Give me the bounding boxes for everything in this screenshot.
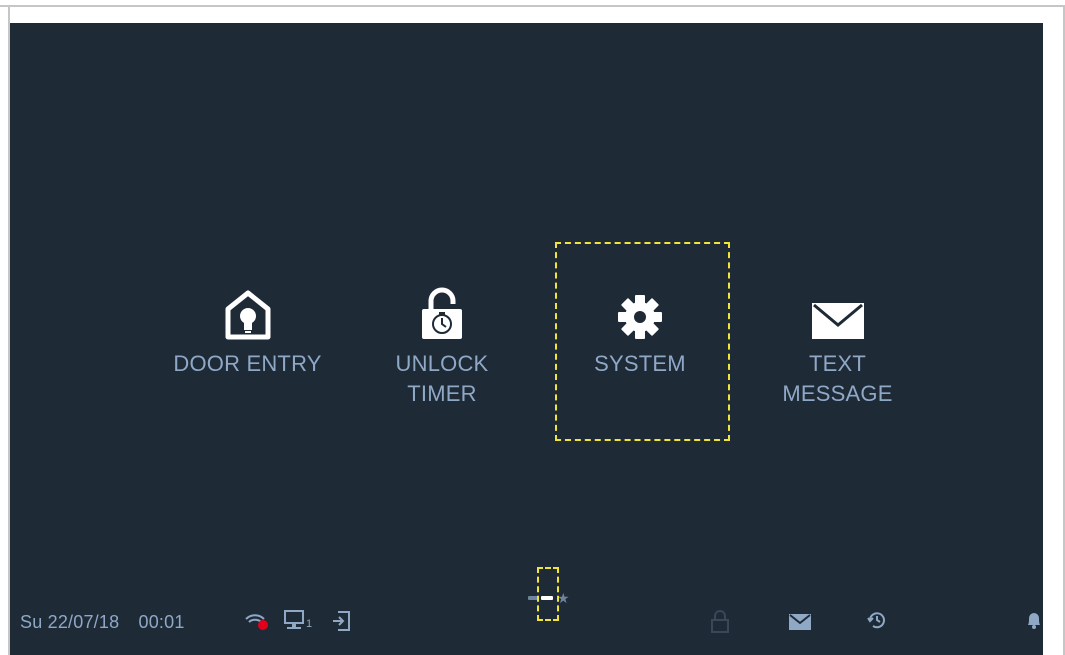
unlock-timer-label-line1: UNLOCK [395, 351, 489, 376]
unlock-timer-label: UNLOCK TIMER [396, 349, 489, 409]
bell-icon[interactable] [1026, 609, 1042, 631]
status-bar: Su 22/07/18 00:01 1 [10, 603, 1043, 643]
text-message-button[interactable]: TEXT MESSAGE [755, 283, 920, 409]
text-message-label: TEXT MESSAGE [782, 349, 892, 409]
door-entry-label: DOOR ENTRY [173, 351, 322, 376]
date-text: Su 22/07/18 [20, 612, 120, 632]
unlock-timer-label-line2: TIMER [407, 381, 477, 406]
monitor-index: 1 [306, 618, 313, 630]
door-entry-button[interactable]: DOOR ENTRY [155, 283, 340, 379]
frame-top-border [0, 5, 1065, 7]
text-message-label-line2: MESSAGE [782, 381, 893, 406]
system-focus-highlight [555, 242, 730, 441]
unlock-timer-button[interactable]: UNLOCK TIMER [372, 283, 512, 409]
house-bulb-icon [224, 283, 272, 341]
text-message-label-line1: TEXT [808, 351, 867, 376]
ringtone-muted-icon[interactable] [245, 614, 271, 630]
date-time: Su 22/07/18 00:01 [20, 612, 185, 633]
call-transfer-icon[interactable] [330, 609, 352, 633]
envelope-icon [811, 283, 865, 341]
padlock-timer-icon [419, 283, 465, 341]
lock-icon[interactable] [710, 609, 730, 633]
history-icon[interactable] [866, 609, 888, 631]
time-text: 00:01 [138, 612, 185, 632]
mail-icon[interactable] [788, 613, 812, 631]
home-screen: DOOR ENTRY UNLOCK TIMER SYSTEM TEXT MESS… [10, 23, 1043, 655]
monitor-icon[interactable]: 1 [283, 609, 312, 631]
